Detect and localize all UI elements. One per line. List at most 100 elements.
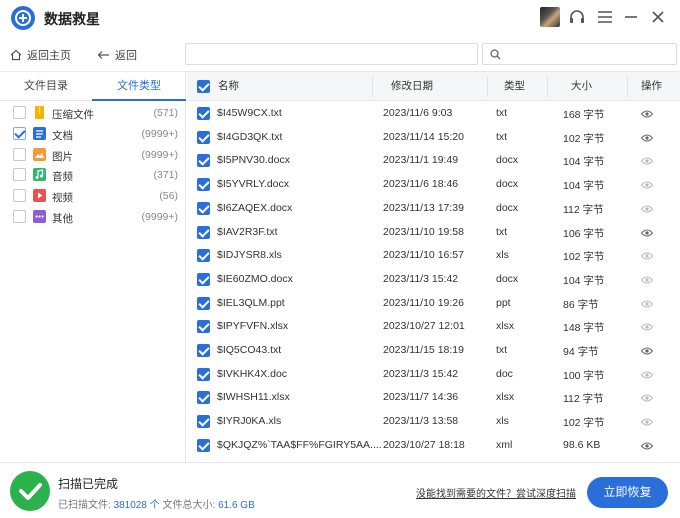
preview-eye-icon[interactable] bbox=[641, 300, 653, 308]
preview-eye-icon[interactable] bbox=[641, 157, 653, 165]
row-checkbox[interactable] bbox=[197, 320, 210, 334]
headset-icon[interactable] bbox=[566, 6, 588, 28]
preview-eye-icon[interactable] bbox=[641, 229, 653, 237]
preview-eye-icon[interactable] bbox=[641, 110, 653, 118]
file-type: xml bbox=[496, 438, 513, 451]
row-checkbox[interactable] bbox=[197, 438, 210, 452]
file-type: xlsx bbox=[496, 391, 515, 404]
category-checkbox[interactable] bbox=[13, 210, 26, 223]
menu-icon[interactable] bbox=[594, 6, 616, 28]
table-row[interactable]: $I4GD3QK.txt 2023/11/14 15:20 txt 102 字节 bbox=[187, 126, 680, 150]
footer: 扫描已完成 已扫描文件: 381028 个 文件总大小: 61.6 GB 没能找… bbox=[0, 462, 680, 518]
sidebar-item-category[interactable]: 文档 (9999+) bbox=[0, 124, 186, 144]
file-date: 2023/11/13 17:39 bbox=[383, 201, 464, 214]
table-row[interactable]: $IQ5CO43.txt 2023/11/15 18:19 txt 94 字节 bbox=[187, 339, 680, 363]
avatar[interactable] bbox=[540, 7, 560, 27]
preview-eye-icon[interactable] bbox=[641, 276, 653, 284]
row-checkbox[interactable] bbox=[197, 225, 210, 239]
preview-eye-icon[interactable] bbox=[641, 205, 653, 213]
file-name: $I4GD3QK.txt bbox=[217, 130, 283, 143]
table-row[interactable]: $IPYFVFN.xlsx 2023/10/27 12:01 xlsx 148 字节 bbox=[187, 315, 680, 339]
category-label: 视频 bbox=[52, 192, 73, 205]
row-checkbox[interactable] bbox=[197, 178, 210, 192]
row-checkbox[interactable] bbox=[197, 107, 210, 120]
file-date: 2023/11/1 19:49 bbox=[383, 154, 459, 167]
row-checkbox[interactable] bbox=[197, 201, 210, 215]
home-button-label: 返回主页 bbox=[27, 50, 71, 62]
preview-eye-icon[interactable] bbox=[641, 347, 653, 355]
table-row[interactable]: $IDJYSR8.xls 2023/11/10 16:57 xls 102 字节 bbox=[187, 244, 680, 268]
sidebar-item-category[interactable]: 其他 (9999+) bbox=[0, 207, 186, 227]
category-checkbox[interactable] bbox=[13, 126, 26, 140]
row-checkbox[interactable] bbox=[197, 367, 210, 381]
file-date: 2023/11/10 19:26 bbox=[383, 296, 464, 309]
image-icon bbox=[33, 147, 46, 161]
close-icon[interactable] bbox=[647, 6, 669, 28]
row-checkbox[interactable] bbox=[197, 130, 210, 144]
file-date: 2023/11/15 18:19 bbox=[383, 344, 464, 356]
category-checkbox[interactable] bbox=[13, 106, 26, 119]
file-type: ppt bbox=[496, 296, 511, 309]
preview-eye-icon[interactable] bbox=[641, 371, 653, 379]
back-button[interactable]: 返回 bbox=[97, 47, 137, 63]
preview-eye-icon[interactable] bbox=[641, 442, 653, 450]
category-count: (371) bbox=[153, 169, 178, 182]
category-count: (9999+) bbox=[141, 211, 178, 223]
file-type: txt bbox=[496, 225, 508, 238]
file-name: $I5YVRLY.docx bbox=[217, 178, 289, 191]
preview-eye-icon[interactable] bbox=[641, 181, 653, 189]
preview-eye-icon[interactable] bbox=[641, 323, 653, 331]
row-checkbox[interactable] bbox=[197, 249, 210, 263]
sidebar-item-category[interactable]: 音频 (371) bbox=[0, 165, 186, 185]
row-checkbox[interactable] bbox=[197, 154, 210, 168]
category-checkbox[interactable] bbox=[13, 147, 26, 161]
header-size[interactable]: 大小 bbox=[571, 72, 592, 101]
search-input[interactable] bbox=[482, 43, 677, 65]
path-input[interactable] bbox=[185, 43, 478, 65]
sidebar-item-category[interactable]: 压缩文件 (571) bbox=[0, 103, 186, 123]
preview-eye-icon[interactable] bbox=[641, 252, 653, 260]
minimize-icon[interactable] bbox=[620, 6, 642, 28]
scanned-count: 381028 bbox=[113, 500, 147, 511]
archive-icon bbox=[35, 106, 44, 119]
category-checkbox[interactable] bbox=[13, 168, 26, 182]
table-row[interactable]: $IE60ZMO.docx 2023/11/3 15:42 docx 104 字节 bbox=[187, 268, 680, 292]
file-name: $IAV2R3F.txt bbox=[217, 225, 278, 238]
file-name: $IE60ZMO.docx bbox=[217, 272, 293, 285]
table-row[interactable]: $IYRJ0KA.xls 2023/11/3 13:58 xls 102 字节 bbox=[187, 410, 680, 434]
header-name[interactable]: 名称 bbox=[218, 72, 239, 101]
file-size: 102 字节 bbox=[563, 417, 605, 430]
preview-eye-icon[interactable] bbox=[641, 394, 653, 402]
header-divider bbox=[627, 76, 628, 97]
total-size-value: 61.6 GB bbox=[218, 500, 255, 511]
row-checkbox[interactable] bbox=[197, 296, 210, 310]
table-row[interactable]: $IWHSH11.xlsx 2023/11/7 14:36 xlsx 112 字节 bbox=[187, 386, 680, 410]
file-size: 104 字节 bbox=[563, 180, 605, 193]
preview-eye-icon[interactable] bbox=[641, 134, 653, 142]
recover-button[interactable]: 立即恢复 bbox=[587, 477, 668, 508]
row-checkbox[interactable] bbox=[197, 415, 210, 429]
row-checkbox[interactable] bbox=[197, 391, 210, 405]
table-row[interactable]: $I45W9CX.txt 2023/11/6 9:03 txt 168 字节 bbox=[187, 102, 680, 126]
sidebar-item-category[interactable]: 图片 (9999+) bbox=[0, 145, 186, 165]
table-row[interactable]: $IVKHK4X.doc 2023/11/3 15:42 doc 100 字节 bbox=[187, 363, 680, 387]
table-row[interactable]: $I5YVRLY.docx 2023/11/6 18:46 docx 104 字节 bbox=[187, 173, 680, 197]
sidebar-item-category[interactable]: 视频 (56) bbox=[0, 186, 186, 206]
deep-scan-link[interactable]: 没能找到需要的文件？尝试深度扫描 bbox=[416, 485, 576, 500]
table-row[interactable]: $I5PNV30.docx 2023/11/1 19:49 docx 104 字节 bbox=[187, 149, 680, 173]
preview-eye-icon[interactable] bbox=[641, 418, 653, 426]
header-type[interactable]: 类型 bbox=[504, 72, 525, 101]
table-row[interactable]: $IEL3QLM.ppt 2023/11/10 19:26 ppt 86 字节 bbox=[187, 292, 680, 316]
tab-file-type[interactable]: 文件类型 bbox=[92, 72, 186, 101]
table-row[interactable]: $IAV2R3F.txt 2023/11/10 19:58 txt 106 字节 bbox=[187, 221, 680, 245]
table-row[interactable]: $I6ZAQEX.docx 2023/11/13 17:39 docx 112 字节 bbox=[187, 197, 680, 221]
row-checkbox[interactable] bbox=[197, 272, 210, 286]
table-row[interactable]: $QKJQZ%`TAA$FF%FGIRY5AA.... 2023/10/27 18… bbox=[187, 434, 680, 458]
file-name: $IWHSH11.xlsx bbox=[217, 391, 290, 404]
category-checkbox[interactable] bbox=[13, 189, 26, 203]
header-date[interactable]: 修改日期 bbox=[391, 72, 433, 101]
tab-file-directory[interactable]: 文件目录 bbox=[0, 72, 92, 101]
select-all-checkbox[interactable] bbox=[197, 80, 210, 93]
home-button[interactable]: 返回主页 bbox=[10, 47, 71, 63]
row-checkbox[interactable] bbox=[197, 344, 210, 357]
